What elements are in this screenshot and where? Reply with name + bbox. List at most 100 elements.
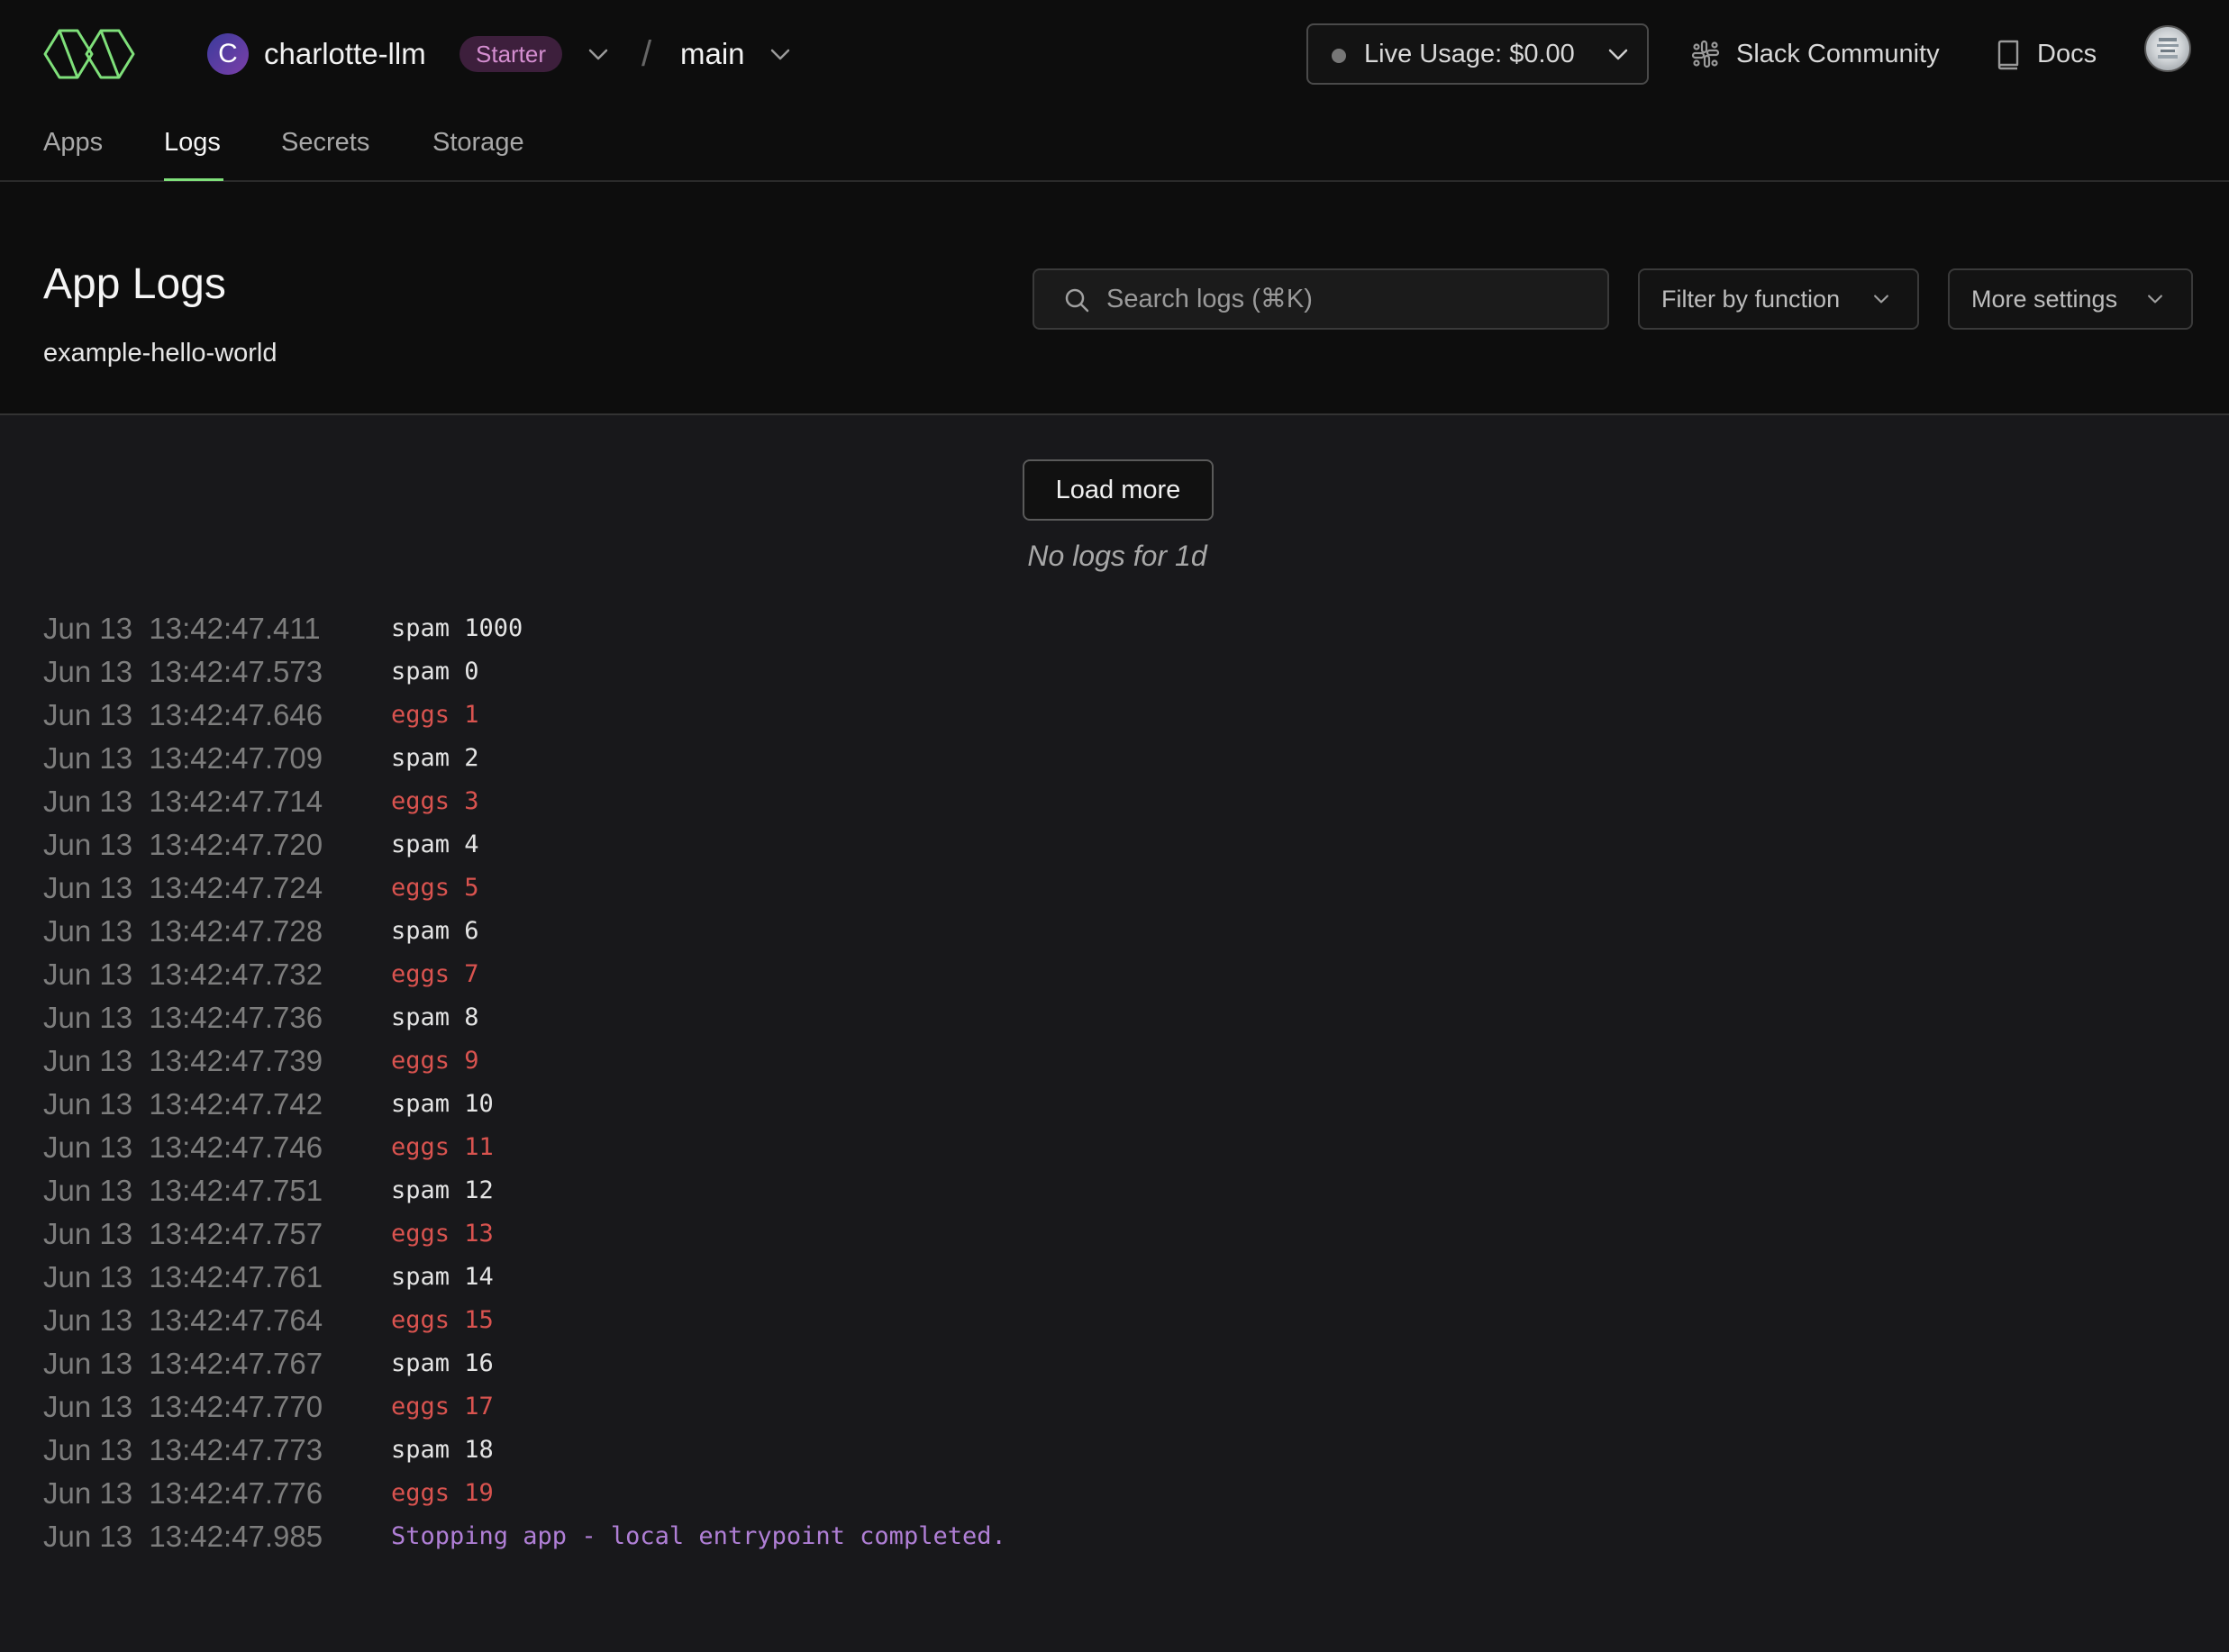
log-message: spam 2 xyxy=(391,744,479,772)
log-timestamp: Jun 13 13:42:47.742 xyxy=(43,1087,323,1121)
tab-logs[interactable]: Logs xyxy=(164,123,221,162)
log-row: Jun 13 13:42:47.985 Stopping app - local … xyxy=(43,1515,2206,1558)
breadcrumb-separator: / xyxy=(641,34,652,74)
log-message: spam 10 xyxy=(391,1090,494,1118)
usage-status-dot xyxy=(1332,49,1346,63)
log-message: eggs 13 xyxy=(391,1220,494,1248)
load-more-button[interactable]: Load more xyxy=(1023,459,1214,521)
workspace-avatar[interactable]: C xyxy=(207,33,249,75)
log-message: eggs 15 xyxy=(391,1306,494,1334)
empty-logs-note: No logs for 1d xyxy=(1027,540,1207,572)
log-timestamp: Jun 13 13:42:47.728 xyxy=(43,914,323,948)
log-row: Jun 13 13:42:47.770 eggs 17 xyxy=(43,1385,2206,1429)
slack-icon[interactable] xyxy=(1691,40,1720,68)
log-timestamp: Jun 13 13:42:47.985 xyxy=(43,1520,323,1553)
filter-by-function-label: Filter by function xyxy=(1661,286,1841,313)
more-settings-dropdown[interactable]: More settings xyxy=(1948,268,2193,330)
log-message: eggs 3 xyxy=(391,787,479,815)
log-row: Jun 13 13:42:47.714 eggs 3 xyxy=(43,780,2206,823)
log-row: Jun 13 13:42:47.573 spam 0 xyxy=(43,650,2206,694)
log-message: eggs 17 xyxy=(391,1393,494,1421)
more-settings-label: More settings xyxy=(1971,286,2118,313)
log-message: spam 14 xyxy=(391,1263,494,1291)
log-message: Stopping app - local entrypoint complete… xyxy=(391,1522,1006,1550)
log-message: spam 8 xyxy=(391,1003,479,1031)
log-list: Jun 13 13:42:47.411 spam 1000 Jun 13 13:42… xyxy=(43,607,2206,1558)
active-tab-indicator xyxy=(164,178,223,181)
log-message: eggs 1 xyxy=(391,701,479,729)
log-row: Jun 13 13:42:47.746 eggs 11 xyxy=(43,1126,2206,1169)
log-row: Jun 13 13:42:47.736 spam 8 xyxy=(43,996,2206,1039)
log-timestamp: Jun 13 13:42:47.573 xyxy=(43,655,323,688)
live-usage-button[interactable]: Live Usage: $0.00 xyxy=(1306,23,1649,85)
tab-secrets[interactable]: Secrets xyxy=(281,123,369,162)
log-row: Jun 13 13:42:47.646 eggs 1 xyxy=(43,694,2206,737)
log-row: Jun 13 13:42:47.742 spam 10 xyxy=(43,1083,2206,1126)
settings-chevron-down-icon xyxy=(2148,295,2162,304)
log-row: Jun 13 13:42:47.764 eggs 15 xyxy=(43,1299,2206,1342)
log-row: Jun 13 13:42:47.773 spam 18 xyxy=(43,1429,2206,1472)
log-row: Jun 13 13:42:47.767 spam 16 xyxy=(43,1342,2206,1385)
tab-storage[interactable]: Storage xyxy=(432,123,524,162)
app-name: example-hello-world xyxy=(43,339,277,368)
log-timestamp: Jun 13 13:42:47.732 xyxy=(43,958,323,991)
slack-community-link[interactable]: Slack Community xyxy=(1736,34,1940,74)
log-message: eggs 5 xyxy=(391,874,479,902)
log-row: Jun 13 13:42:47.724 eggs 5 xyxy=(43,867,2206,910)
log-row: Jun 13 13:42:47.757 eggs 13 xyxy=(43,1212,2206,1256)
log-row: Jun 13 13:42:47.739 eggs 9 xyxy=(43,1039,2206,1083)
environment-chevron-down-icon[interactable] xyxy=(768,41,793,67)
log-row: Jun 13 13:42:47.709 spam 2 xyxy=(43,737,2206,780)
log-timestamp: Jun 13 13:42:47.714 xyxy=(43,785,323,818)
modal-logo-icon[interactable] xyxy=(43,27,135,81)
environment-name[interactable]: main xyxy=(680,34,745,74)
log-message: eggs 11 xyxy=(391,1133,494,1161)
log-timestamp: Jun 13 13:42:47.720 xyxy=(43,828,323,861)
docs-link[interactable]: Docs xyxy=(2037,34,2097,74)
log-timestamp: Jun 13 13:42:47.736 xyxy=(43,1001,323,1034)
log-message: spam 12 xyxy=(391,1176,494,1204)
filter-by-function-dropdown[interactable]: Filter by function xyxy=(1638,268,1919,330)
log-row: Jun 13 13:42:47.411 spam 1000 xyxy=(43,607,2206,650)
log-message: eggs 9 xyxy=(391,1047,479,1075)
log-message: spam 6 xyxy=(391,917,479,945)
log-message: spam 0 xyxy=(391,658,479,685)
log-row: Jun 13 13:42:47.732 eggs 7 xyxy=(43,953,2206,996)
log-row: Jun 13 13:42:47.728 spam 6 xyxy=(43,910,2206,953)
log-timestamp: Jun 13 13:42:47.709 xyxy=(43,741,323,775)
top-bar: C charlotte-llm Starter / main Live Usag… xyxy=(0,0,2229,182)
log-message: eggs 7 xyxy=(391,960,479,988)
log-timestamp: Jun 13 13:42:47.764 xyxy=(43,1303,323,1337)
log-timestamp: Jun 13 13:42:47.739 xyxy=(43,1044,323,1077)
log-timestamp: Jun 13 13:42:47.411 xyxy=(43,612,321,645)
filter-chevron-down-icon xyxy=(1874,295,1888,304)
log-timestamp: Jun 13 13:42:47.751 xyxy=(43,1174,323,1207)
page-title: App Logs xyxy=(43,260,226,308)
log-row: Jun 13 13:42:47.751 spam 12 xyxy=(43,1169,2206,1212)
log-message: spam 4 xyxy=(391,831,479,858)
log-message: spam 16 xyxy=(391,1349,494,1377)
tab-apps[interactable]: Apps xyxy=(43,123,103,162)
log-timestamp: Jun 13 13:42:47.757 xyxy=(43,1217,323,1250)
log-timestamp: Jun 13 13:42:47.767 xyxy=(43,1347,323,1380)
log-row: Jun 13 13:42:47.720 spam 4 xyxy=(43,823,2206,867)
workspace-chevron-down-icon[interactable] xyxy=(586,41,611,67)
log-message: eggs 19 xyxy=(391,1479,494,1507)
log-timestamp: Jun 13 13:42:47.646 xyxy=(43,698,323,731)
log-row: Jun 13 13:42:47.776 eggs 19 xyxy=(43,1472,2206,1515)
log-timestamp: Jun 13 13:42:47.773 xyxy=(43,1433,323,1466)
plan-badge: Starter xyxy=(459,36,563,72)
book-icon[interactable] xyxy=(1996,40,2021,70)
user-avatar[interactable] xyxy=(2144,25,2191,72)
log-message: spam 1000 xyxy=(391,614,523,642)
search-input[interactable] xyxy=(1106,279,1593,319)
live-usage-label: Live Usage: $0.00 xyxy=(1364,40,1575,68)
search-icon xyxy=(1065,288,1089,313)
log-message: spam 18 xyxy=(391,1436,494,1464)
search-box[interactable] xyxy=(1033,268,1609,330)
log-timestamp: Jun 13 13:42:47.724 xyxy=(43,871,323,904)
log-timestamp: Jun 13 13:42:47.776 xyxy=(43,1476,323,1510)
log-timestamp: Jun 13 13:42:47.761 xyxy=(43,1260,323,1293)
workspace-name[interactable]: charlotte-llm xyxy=(264,34,426,74)
log-timestamp: Jun 13 13:42:47.746 xyxy=(43,1130,323,1164)
